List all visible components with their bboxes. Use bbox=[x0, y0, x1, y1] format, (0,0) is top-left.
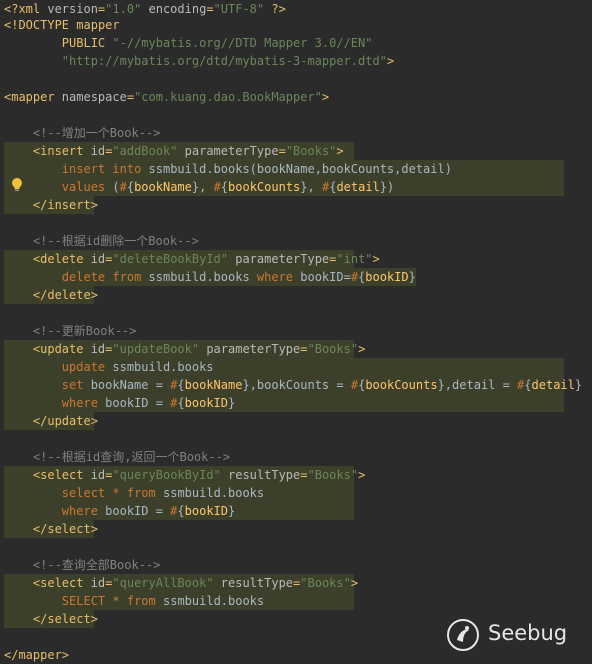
code-line-text: <mapper namespace="com.kuang.dao.BookMap… bbox=[4, 90, 330, 104]
seebug-watermark: Seebug bbox=[446, 618, 576, 652]
watermark-brand-text: Seebug bbox=[488, 621, 568, 645]
code-line-text: </select> bbox=[32, 612, 98, 626]
code-line-12[interactable]: </insert> bbox=[0, 196, 592, 214]
code-line-32[interactable]: <!--查询全部Book--> bbox=[0, 556, 592, 574]
code-line-15[interactable]: <delete id="deleteBookById" parameterTyp… bbox=[0, 250, 592, 268]
code-line-26[interactable]: <!--根据id查询,返回一个Book--> bbox=[0, 448, 592, 466]
code-line-text: PUBLIC "-//mybatis.org//DTD Mapper 3.0//… bbox=[61, 36, 373, 50]
lightbulb-icon[interactable] bbox=[10, 177, 24, 193]
code-line-text: insert into ssmbuild.books(bookName,book… bbox=[61, 162, 452, 176]
code-line-text: delete from ssmbuild.books where bookID=… bbox=[61, 270, 416, 284]
code-line-34[interactable]: SELECT * from ssmbuild.books bbox=[0, 592, 592, 610]
code-line-text: <select id="queryBookById" resultType="B… bbox=[32, 468, 366, 482]
code-line-text: <update id="updateBook" parameterType="B… bbox=[32, 342, 366, 356]
code-line-17[interactable]: </delete> bbox=[0, 286, 592, 304]
code-line-text: <!--根据id删除一个Book--> bbox=[4, 234, 199, 248]
code-editor[interactable]: <?xml version="1.0" encoding="UTF-8" ?> … bbox=[0, 0, 592, 662]
code-line-text: <!--根据id查询,返回一个Book--> bbox=[4, 450, 231, 464]
code-line-text: </delete> bbox=[32, 288, 98, 302]
code-line-text: <!--查询全部Book--> bbox=[4, 558, 161, 572]
code-line-29[interactable]: where bookID = #{bookID} bbox=[0, 502, 592, 520]
code-line-3[interactable]: PUBLIC "-//mybatis.org//DTD Mapper 3.0//… bbox=[0, 34, 592, 52]
code-line-23[interactable]: where bookID = #{bookID} bbox=[0, 394, 592, 412]
code-line-text: </select> bbox=[32, 522, 98, 536]
code-line-text: <!--更新Book--> bbox=[4, 324, 137, 338]
code-line-text: <select id="queryAllBook" resultType="Bo… bbox=[32, 576, 359, 590]
code-line-22[interactable]: set bookName = #{bookName},bookCounts = … bbox=[0, 376, 592, 394]
code-line-text: </insert> bbox=[32, 198, 98, 212]
code-line-text: </mapper> bbox=[4, 648, 70, 662]
code-line-14[interactable]: <!--根据id删除一个Book--> bbox=[0, 232, 592, 250]
code-line-text: update ssmbuild.books bbox=[61, 360, 214, 374]
code-line-16[interactable]: delete from ssmbuild.books where bookID=… bbox=[0, 268, 592, 286]
code-line-33[interactable]: <select id="queryAllBook" resultType="Bo… bbox=[0, 574, 592, 592]
code-line-text: <insert id="addBook" parameterType="Book… bbox=[32, 144, 344, 158]
code-line-text: </update> bbox=[32, 414, 98, 428]
code-line-text: values (#{bookName}, #{bookCounts}, #{de… bbox=[61, 180, 395, 194]
code-line-text: set bookName = #{bookName},bookCounts = … bbox=[61, 378, 583, 392]
code-line-28[interactable]: select * from ssmbuild.books bbox=[0, 484, 592, 502]
seebug-logo-icon bbox=[447, 619, 479, 651]
code-line-20[interactable]: <update id="updateBook" parameterType="B… bbox=[0, 340, 592, 358]
code-line-6[interactable]: <mapper namespace="com.kuang.dao.BookMap… bbox=[0, 88, 592, 106]
code-line-27[interactable]: <select id="queryBookById" resultType="B… bbox=[0, 466, 592, 484]
code-line-8[interactable]: <!--增加一个Book--> bbox=[0, 124, 592, 142]
code-line-24[interactable]: </update> bbox=[0, 412, 592, 430]
code-line-2[interactable]: <!DOCTYPE mapper bbox=[0, 16, 592, 34]
code-line-text: <!--增加一个Book--> bbox=[4, 126, 161, 140]
code-line-9[interactable]: <insert id="addBook" parameterType="Book… bbox=[0, 142, 592, 160]
code-line-text: where bookID = #{bookID} bbox=[61, 396, 236, 410]
code-line-19[interactable]: <!--更新Book--> bbox=[0, 322, 592, 340]
code-line-10[interactable]: insert into ssmbuild.books(bookName,book… bbox=[0, 160, 592, 178]
code-line-text: where bookID = #{bookID} bbox=[61, 504, 236, 518]
code-line-text: <delete id="deleteBookById" parameterTyp… bbox=[32, 252, 380, 266]
code-line-text: <!DOCTYPE mapper bbox=[4, 18, 120, 32]
code-line-text: SELECT * from ssmbuild.books bbox=[61, 594, 265, 608]
code-line-text: select * from ssmbuild.books bbox=[61, 486, 265, 500]
code-line-4[interactable]: "http://mybatis.org/dtd/mybatis-3-mapper… bbox=[0, 52, 592, 70]
code-line-30[interactable]: </select> bbox=[0, 520, 592, 538]
code-line-21[interactable]: update ssmbuild.books bbox=[0, 358, 592, 376]
code-line-11[interactable]: values (#{bookName}, #{bookCounts}, #{de… bbox=[0, 178, 592, 196]
code-line-text: "http://mybatis.org/dtd/mybatis-3-mapper… bbox=[61, 54, 395, 68]
